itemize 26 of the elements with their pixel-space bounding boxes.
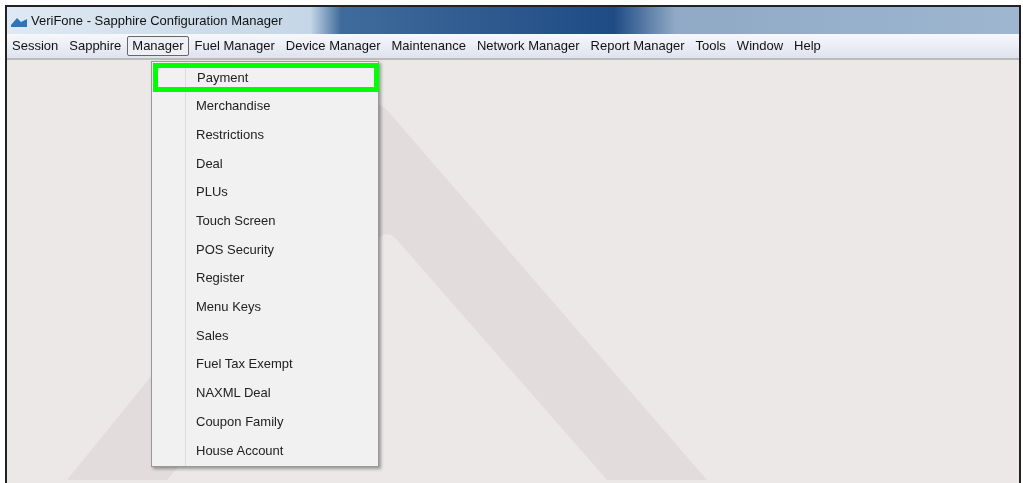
menu-item[interactable]: Network Manager [471,36,585,56]
dropdown-item[interactable]: Fuel Tax Exempt [152,349,378,379]
dropdown-item[interactable]: Register [152,263,378,293]
menu-item[interactable]: Tools [690,36,731,56]
window-title: VeriFone - Sapphire Configuration Manager [31,11,283,30]
dropdown-item[interactable]: Coupon Family [152,407,378,436]
dropdown-item[interactable]: NAXML Deal [152,378,378,408]
menu-item[interactable]: Window [731,36,789,56]
menu-item[interactable]: Help [789,36,826,56]
dropdown-item[interactable]: Restrictions [152,120,378,150]
menu-item[interactable]: Manager [127,36,189,56]
menu-item[interactable]: Device Manager [280,36,386,56]
dropdown-item[interactable]: Sales [152,321,378,350]
menu-item[interactable]: Sapphire [64,36,127,56]
dropdown-item[interactable]: Touch Screen [152,206,378,236]
menu-item[interactable]: Fuel Manager [189,36,280,56]
menu-item[interactable]: Session [7,36,64,56]
dropdown-item[interactable]: Deal [152,149,378,178]
menu-item[interactable]: Report Manager [585,36,690,56]
menu-item[interactable]: Maintenance [386,36,471,56]
dropdown-item[interactable]: POS Security [152,235,378,264]
dropdown-item[interactable]: Payment [153,63,379,92]
dropdown-item[interactable]: Menu Keys [152,292,378,322]
dropdown-item[interactable]: House Account [152,435,378,465]
dropdown-item[interactable]: Merchandise [152,91,378,121]
dropdown-item[interactable]: PLUs [152,177,378,207]
